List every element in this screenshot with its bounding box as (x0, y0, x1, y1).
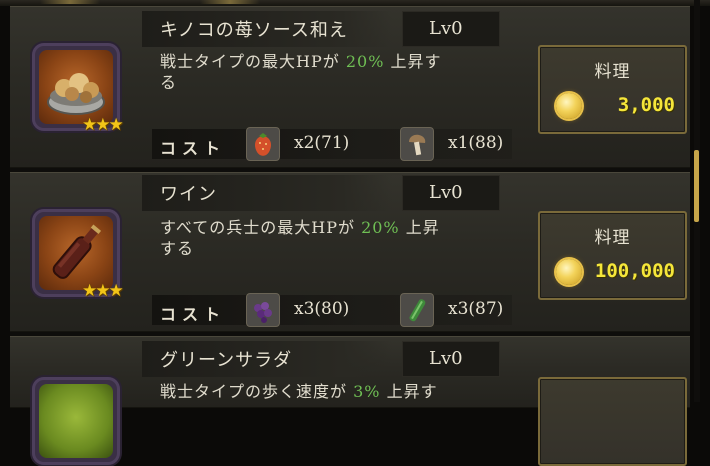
recipe-thumbnail[interactable]: ★★★ (32, 209, 124, 301)
strawberry-icon[interactable] (246, 127, 280, 161)
cucumber-icon[interactable] (400, 293, 434, 327)
coin-icon (556, 93, 582, 119)
star-rating: ★★★ (82, 115, 124, 135)
desc-percent: 20% (361, 218, 400, 237)
cook-price: 3,000 (617, 94, 675, 116)
recipe-description: 戦士タイプの最大HPが 20% 上昇す る (160, 51, 490, 93)
level-badge: Lv0 (402, 11, 500, 47)
recipe-title-bar: キノコの苺ソース和え (142, 11, 392, 47)
ingredient-quantity: x2(71) (294, 133, 350, 153)
recipe-level: Lv0 (429, 182, 463, 203)
desc-text: 戦士タイプの歩く速度が (160, 382, 348, 401)
desc-text: する (160, 239, 195, 258)
cook-button[interactable]: 料理 100,000 (538, 211, 687, 300)
cook-button-label: 料理 (594, 62, 631, 82)
level-badge: Lv0 (402, 175, 500, 211)
desc-text: る (160, 73, 178, 92)
cost-label: コスト (160, 139, 227, 158)
cook-button[interactable] (538, 377, 687, 466)
cook-price: 100,000 (594, 260, 675, 282)
recipe-description: すべての兵士の最大HPが 20% 上昇 する (160, 217, 490, 259)
level-badge: Lv0 (402, 341, 500, 377)
desc-text: すべての兵士の最大HPが (160, 218, 355, 237)
mushroom-icon[interactable] (400, 127, 434, 161)
desc-percent: 20% (345, 52, 385, 71)
scrollbar-thumb[interactable] (694, 150, 699, 222)
recipe-name: キノコの苺ソース和え (160, 20, 348, 41)
frame-ornament (200, 0, 260, 4)
ingredient-quantity: x3(87) (448, 299, 504, 319)
mushroom-dish-icon (39, 50, 113, 124)
cost-label: コスト (160, 305, 227, 324)
frame-ornament (40, 0, 100, 4)
star-rating: ★★★ (82, 281, 124, 301)
cost-bar: コスト x2(71) x1(88) (152, 127, 512, 161)
desc-text: 上昇す (386, 382, 438, 401)
coin-icon (556, 259, 582, 285)
cost-bar: コスト x3(80) x3(87) (152, 293, 512, 327)
desc-text: 戦士タイプの最大HPが (160, 52, 340, 71)
recipe-thumbnail[interactable]: ★★★ (32, 43, 124, 135)
desc-text: 上昇す (390, 52, 442, 71)
salad-icon (39, 384, 113, 458)
recipe-title-bar: グリーンサラダ (142, 341, 392, 377)
recipe-name: グリーンサラダ (160, 350, 293, 371)
cook-button-label: 料理 (594, 228, 631, 248)
desc-text: 上昇 (405, 218, 440, 237)
recipe-title-bar: ワイン (142, 175, 392, 211)
wine-bottle-icon (39, 216, 113, 290)
recipe-row: ★★★ キノコの苺ソース和え Lv0 戦士タイプの最大HPが 20% 上昇す る… (10, 6, 690, 173)
grape-icon[interactable] (246, 293, 280, 327)
ingredient-quantity: x1(88) (448, 133, 504, 153)
cook-button[interactable]: 料理 3,000 (538, 45, 687, 134)
recipe-row: グリーンサラダ Lv0 戦士タイプの歩く速度が 3% 上昇す (10, 336, 690, 466)
ingredient-quantity: x3(80) (294, 299, 350, 319)
recipe-level: Lv0 (429, 18, 463, 39)
recipe-name: ワイン (160, 184, 217, 205)
recipe-level: Lv0 (429, 348, 463, 369)
recipe-thumbnail[interactable] (32, 377, 120, 465)
desc-percent: 3% (353, 382, 381, 401)
recipe-row: ★★★ ワイン Lv0 すべての兵士の最大HPが 20% 上昇 する コスト x… (10, 172, 690, 337)
recipe-description: 戦士タイプの歩く速度が 3% 上昇す (160, 381, 490, 402)
